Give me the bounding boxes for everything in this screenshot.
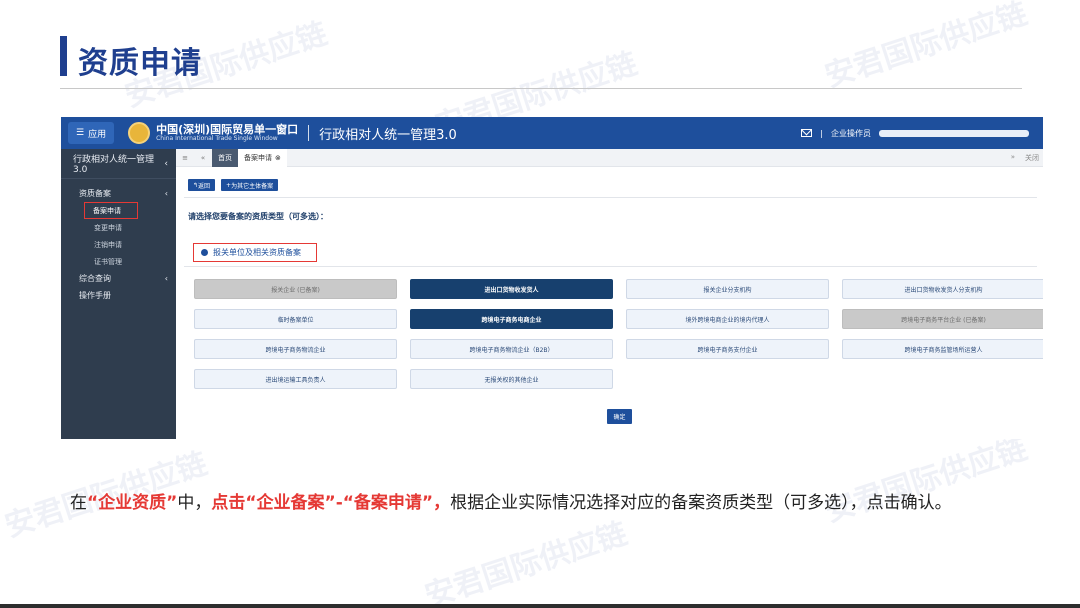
radio-label: 报关单位及相关资质备案: [213, 248, 301, 257]
option-button[interactable]: 无报关权的其他企业: [410, 369, 613, 389]
radio-selected-icon: [201, 249, 208, 256]
sidebar-group-manual[interactable]: 操作手册: [61, 287, 176, 304]
sidebar-item-cancel[interactable]: 注销申请: [61, 236, 176, 253]
app-screenshot: ☰ 应用 中国(深圳)国际贸易单一窗口 China International …: [61, 117, 1043, 439]
scroll-right-icon[interactable]: »: [1011, 153, 1015, 163]
instruction-caption: 在“企业资质”中，点击“企业备案”-“备案申请”，根据企业实际情况选择对应的备案…: [70, 488, 1025, 518]
tab-apply-label: 备案申请: [244, 153, 272, 162]
app-menu-label: 应用: [88, 129, 107, 140]
caption-text: 根据企业实际情况选择对应的备案资质类型（可多选），点击确认。: [450, 493, 952, 513]
header-divider: [308, 125, 310, 141]
option-button[interactable]: 境外跨境电商企业的境内代理人: [626, 309, 829, 329]
back-button[interactable]: ↰ 返回: [188, 179, 216, 191]
option-button[interactable]: 跨境电子商务支付企业: [626, 339, 829, 359]
user-name-redacted[interactable]: [879, 129, 1029, 137]
title-accent-bar: [60, 36, 67, 76]
brand: 中国(深圳)国际贸易单一窗口 China International Trade…: [156, 124, 298, 142]
sidebar-item-certificate[interactable]: 证书管理: [61, 253, 176, 270]
option-button[interactable]: 跨境电子商务物流企业（B2B）: [410, 339, 613, 359]
radio-customs-units[interactable]: 报关单位及相关资质备案: [193, 243, 317, 262]
tab-bar: ≡ « 首页 备案申请 ⊗ » 关闭: [176, 148, 1043, 167]
customs-logo-icon: [128, 122, 151, 144]
option-button[interactable]: 进出口货物收发货人: [410, 279, 613, 299]
add-subject-label: 为其它主体备案: [231, 182, 274, 190]
option-button[interactable]: 跨境电子商务电商企业: [410, 309, 613, 329]
option-button[interactable]: 跨境电子商务物流企业: [194, 339, 397, 359]
tab-home[interactable]: 首页: [212, 148, 238, 167]
sidebar-header-label: 行政相对人统一管理3.0: [73, 155, 155, 175]
sidebar: 行政相对人统一管理3.0 ‹ 资质备案 ‹ 备案申请 变更申请 注销申请 证书管…: [61, 149, 176, 439]
tab-apply[interactable]: 备案申请 ⊗: [238, 148, 287, 167]
chevron-left-icon: ‹: [164, 158, 168, 169]
top-navbar: ☰ 应用 中国(深圳)国际贸易单一窗口 China International …: [61, 117, 1043, 149]
form-prompt: 请选择您要备案的资质类型（可多选）：: [188, 212, 328, 221]
confirm-button[interactable]: 确定: [607, 409, 632, 424]
sidebar-group-qualification[interactable]: 资质备案 ‹: [61, 185, 176, 202]
option-button[interactable]: 进出口货物收发货人分支机构: [842, 279, 1043, 299]
brand-name-en: China International Trade Single Window: [156, 134, 278, 142]
main-content: ≡ « 首页 备案申请 ⊗ » 关闭 ↰ 返回 + 为其它主体备案 请选择您要备…: [176, 148, 1043, 439]
separator: |: [820, 128, 823, 138]
title-divider: [60, 88, 1022, 89]
close-icon[interactable]: ⊗: [275, 154, 281, 162]
watermark: 安君国际供应链: [820, 0, 1032, 95]
slide-title: 资质申请: [78, 46, 202, 81]
qualification-options: 报关企业 (已备案) 进出口货物收发货人 报关企业分支机构 进出口货物收发货人分…: [194, 279, 1043, 389]
close-tabs-button[interactable]: 关闭: [1025, 153, 1039, 163]
back-label: 返回: [198, 182, 211, 190]
watermark: 安君国际供应链: [420, 516, 632, 608]
option-button[interactable]: 进出境运输工具负责人: [194, 369, 397, 389]
hamburger-icon: ☰: [76, 128, 85, 138]
sidebar-item-apply[interactable]: 备案申请: [84, 202, 138, 219]
sidebar-group-label: 操作手册: [79, 291, 111, 300]
sidebar-group-label: 综合查询: [79, 274, 111, 283]
user-area: | 企业操作员: [801, 117, 1029, 149]
action-bar: ↰ 返回 + 为其它主体备案: [188, 179, 279, 191]
mail-icon[interactable]: [801, 129, 813, 137]
sidebar-group-query[interactable]: 综合查询 ‹: [61, 270, 176, 287]
option-button[interactable]: 临时备案单位: [194, 309, 397, 329]
chevron-down-icon: ‹: [164, 189, 168, 198]
tab-bar-right: » 关闭: [1011, 153, 1043, 163]
brand-name-cn: 中国(深圳)国际贸易单一窗口: [156, 123, 299, 137]
sidebar-header[interactable]: 行政相对人统一管理3.0 ‹: [61, 149, 176, 179]
option-button[interactable]: 跨境电子商务监管场所运营人: [842, 339, 1043, 359]
caption-highlight: “企业资质”: [87, 493, 178, 513]
option-button[interactable]: 报关企业 (已备案): [194, 279, 397, 299]
scroll-left-icon[interactable]: «: [194, 154, 212, 162]
add-subject-button[interactable]: + 为其它主体备案: [221, 179, 279, 191]
sidebar-item-change[interactable]: 变更申请: [61, 219, 176, 236]
system-title: 行政相对人统一管理3.0: [319, 127, 457, 143]
divider: [184, 197, 1037, 198]
caption-highlight: 点击“企业备案”-“备案申请”，: [211, 493, 451, 513]
sidebar-group-label: 资质备案: [79, 189, 111, 198]
chevron-left-icon: ‹: [164, 274, 168, 283]
divider: [184, 266, 1037, 267]
app-menu-button[interactable]: ☰ 应用: [68, 122, 115, 144]
caption-text: 中，: [177, 493, 212, 513]
bottom-border: [0, 604, 1080, 608]
option-button[interactable]: 跨境电子商务平台企业 (已备案): [842, 309, 1043, 329]
caption-text: 在: [70, 493, 87, 513]
user-label: 企业操作员: [831, 128, 871, 138]
menu-toggle-icon[interactable]: ≡: [176, 154, 194, 162]
option-button[interactable]: 报关企业分支机构: [626, 279, 829, 299]
